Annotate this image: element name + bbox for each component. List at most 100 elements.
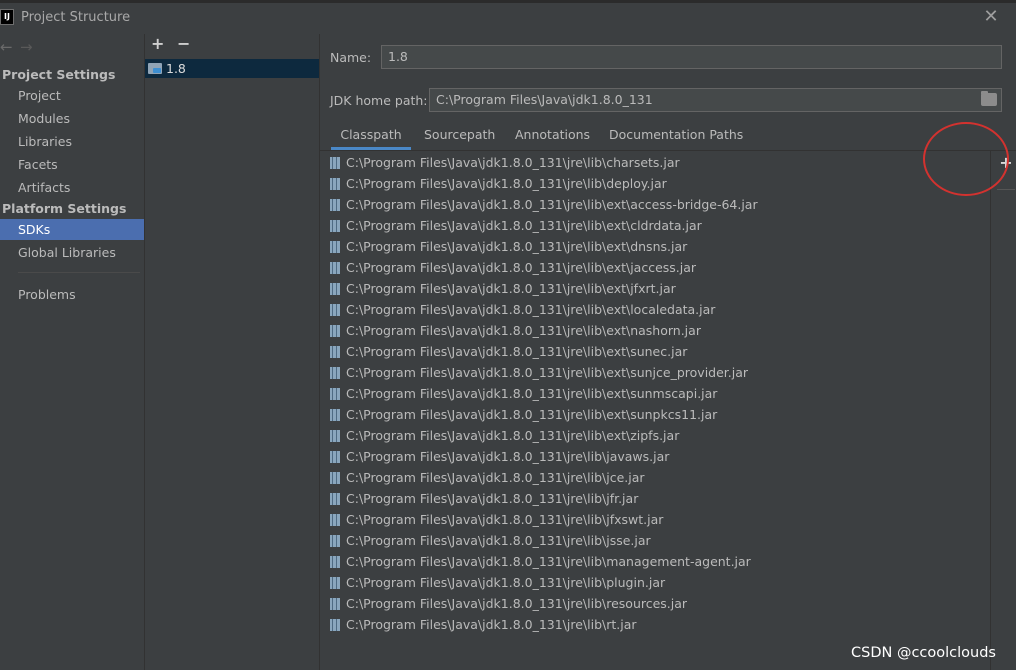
classpath-entry-path: C:\Program Files\Java\jdk1.8.0_131\jre\l… [346,344,688,359]
sidebar-item-global-libraries[interactable]: Global Libraries [0,242,144,263]
classpath-entry[interactable]: C:\Program Files\Java\jdk1.8.0_131\jre\l… [327,404,990,425]
name-field[interactable]: 1.8 [381,45,1002,69]
nav-arrows: ← → [0,38,40,56]
classpath-entry[interactable]: C:\Program Files\Java\jdk1.8.0_131\jre\l… [327,467,990,488]
sidebar-item-sdks[interactable]: SDKs [0,219,144,240]
sdk-list-item-label: 1.8 [166,61,186,76]
classpath-entry-path: C:\Program Files\Java\jdk1.8.0_131\jre\l… [346,470,645,485]
sidebar-item-artifacts[interactable]: Artifacts [0,177,144,198]
editor-strip [0,0,1016,3]
remove-sdk-button[interactable]: − [177,34,191,53]
title-bar: IJ Project Structure ✕ [0,0,1016,34]
jar-file-icon [330,409,340,421]
name-label: Name: [330,50,372,65]
classpath-entry[interactable]: C:\Program Files\Java\jdk1.8.0_131\jre\l… [327,320,990,341]
classpath-entry[interactable]: C:\Program Files\Java\jdk1.8.0_131\jre\l… [327,194,990,215]
classpath-entry[interactable]: C:\Program Files\Java\jdk1.8.0_131\jre\l… [327,278,990,299]
classpath-entry-path: C:\Program Files\Java\jdk1.8.0_131\jre\l… [346,155,680,170]
classpath-entry[interactable]: C:\Program Files\Java\jdk1.8.0_131\jre\l… [327,341,990,362]
jar-file-icon [330,241,340,253]
classpath-entry-path: C:\Program Files\Java\jdk1.8.0_131\jre\l… [346,365,749,380]
classpath-toolbar-divider [997,189,1015,190]
classpath-entry-path: C:\Program Files\Java\jdk1.8.0_131\jre\l… [346,428,680,443]
intellij-icon: IJ [0,9,14,25]
jar-file-icon [330,472,340,484]
classpath-entry-path: C:\Program Files\Java\jdk1.8.0_131\jre\l… [346,449,670,464]
jar-file-icon [330,346,340,358]
project-settings-header: Project Settings [2,67,116,82]
classpath-entry-path: C:\Program Files\Java\jdk1.8.0_131\jre\l… [346,260,697,275]
tab-sourcepath[interactable]: Sourcepath [424,124,495,150]
classpath-entry[interactable]: C:\Program Files\Java\jdk1.8.0_131\jre\l… [327,299,990,320]
jar-file-icon [330,577,340,589]
classpath-entry[interactable]: C:\Program Files\Java\jdk1.8.0_131\jre\l… [327,362,990,383]
classpath-entry-path: C:\Program Files\Java\jdk1.8.0_131\jre\l… [346,554,751,569]
classpath-list: C:\Program Files\Java\jdk1.8.0_131\jre\l… [327,151,990,670]
sdk-detail-panel: Name: 1.8 JDK home path: C:\Program File… [320,34,1016,670]
classpath-entry[interactable]: C:\Program Files\Java\jdk1.8.0_131\jre\l… [327,152,990,173]
back-arrow-icon[interactable]: ← [0,38,14,56]
jar-file-icon [330,367,340,379]
classpath-entry[interactable]: C:\Program Files\Java\jdk1.8.0_131\jre\l… [327,236,990,257]
classpath-entry-path: C:\Program Files\Java\jdk1.8.0_131\jre\l… [346,407,718,422]
classpath-entry[interactable]: C:\Program Files\Java\jdk1.8.0_131\jre\l… [327,509,990,530]
classpath-entry-path: C:\Program Files\Java\jdk1.8.0_131\jre\l… [346,617,637,632]
jar-file-icon [330,262,340,274]
classpath-entry[interactable]: C:\Program Files\Java\jdk1.8.0_131\jre\l… [327,572,990,593]
classpath-entry[interactable]: C:\Program Files\Java\jdk1.8.0_131\jre\l… [327,551,990,572]
tab-annotations[interactable]: Annotations [515,124,590,150]
classpath-entry[interactable]: C:\Program Files\Java\jdk1.8.0_131\jre\l… [327,257,990,278]
jdk-home-path-label: JDK home path: [330,93,428,108]
classpath-entry-path: C:\Program Files\Java\jdk1.8.0_131\jre\l… [346,533,651,548]
classpath-entry[interactable]: C:\Program Files\Java\jdk1.8.0_131\jre\l… [327,383,990,404]
classpath-entry-path: C:\Program Files\Java\jdk1.8.0_131\jre\l… [346,239,688,254]
jar-file-icon [330,556,340,568]
classpath-entry[interactable]: C:\Program Files\Java\jdk1.8.0_131\jre\l… [327,425,990,446]
classpath-entry[interactable]: C:\Program Files\Java\jdk1.8.0_131\jre\l… [327,446,990,467]
sdk-list-toolbar: + − [151,34,203,56]
jdk-home-path-value: C:\Program Files\Java\jdk1.8.0_131 [436,92,653,107]
classpath-entry[interactable]: C:\Program Files\Java\jdk1.8.0_131\jre\l… [327,614,990,635]
classpath-entry[interactable]: C:\Program Files\Java\jdk1.8.0_131\jre\l… [327,173,990,194]
sidebar-item-modules[interactable]: Modules [0,108,144,129]
sidebar-item-problems[interactable]: Problems [0,284,144,305]
tab-documentation-paths[interactable]: Documentation Paths [609,124,743,150]
sidebar-item-libraries[interactable]: Libraries [0,131,144,152]
sidebar-item-facets[interactable]: Facets [0,154,144,175]
classpath-entry-path: C:\Program Files\Java\jdk1.8.0_131\jre\l… [346,491,639,506]
jar-file-icon [330,451,340,463]
jar-file-icon [330,304,340,316]
classpath-entry-path: C:\Program Files\Java\jdk1.8.0_131\jre\l… [346,281,676,296]
sdk-list-item[interactable]: 1.8 [145,59,319,78]
classpath-entry[interactable]: C:\Program Files\Java\jdk1.8.0_131\jre\l… [327,215,990,236]
classpath-entry[interactable]: C:\Program Files\Java\jdk1.8.0_131\jre\l… [327,488,990,509]
add-sdk-button[interactable]: + [151,34,165,53]
highlight-circle [923,122,1009,196]
classpath-entry[interactable]: C:\Program Files\Java\jdk1.8.0_131\jre\l… [327,530,990,551]
classpath-entry-path: C:\Program Files\Java\jdk1.8.0_131\jre\l… [346,386,718,401]
classpath-entry-path: C:\Program Files\Java\jdk1.8.0_131\jre\l… [346,302,716,317]
classpath-entry-path: C:\Program Files\Java\jdk1.8.0_131\jre\l… [346,197,758,212]
classpath-toolbar: + [990,151,1016,670]
jar-file-icon [330,220,340,232]
jar-file-icon [330,283,340,295]
tab-classpath[interactable]: Classpath [331,124,411,150]
jdk-home-path-field[interactable]: C:\Program Files\Java\jdk1.8.0_131 [429,88,1002,112]
classpath-entry[interactable]: C:\Program Files\Java\jdk1.8.0_131\jre\l… [327,593,990,614]
sidebar: ← → Project Settings Project Modules Libr… [0,34,145,670]
forward-arrow-icon[interactable]: → [20,38,34,56]
close-button[interactable]: ✕ [982,8,1000,26]
jar-file-icon [330,178,340,190]
sidebar-item-project[interactable]: Project [0,85,144,106]
sdk-list-panel: + − 1.8 [145,34,320,670]
jar-file-icon [330,619,340,631]
folder-browse-icon[interactable] [981,91,997,106]
jdk-folder-icon [148,63,162,74]
jar-file-icon [330,388,340,400]
jar-file-icon [330,493,340,505]
jar-file-icon [330,157,340,169]
jar-file-icon [330,325,340,337]
jar-file-icon [330,598,340,610]
classpath-entry-path: C:\Program Files\Java\jdk1.8.0_131\jre\l… [346,218,702,233]
classpath-entry-path: C:\Program Files\Java\jdk1.8.0_131\jre\l… [346,176,667,191]
